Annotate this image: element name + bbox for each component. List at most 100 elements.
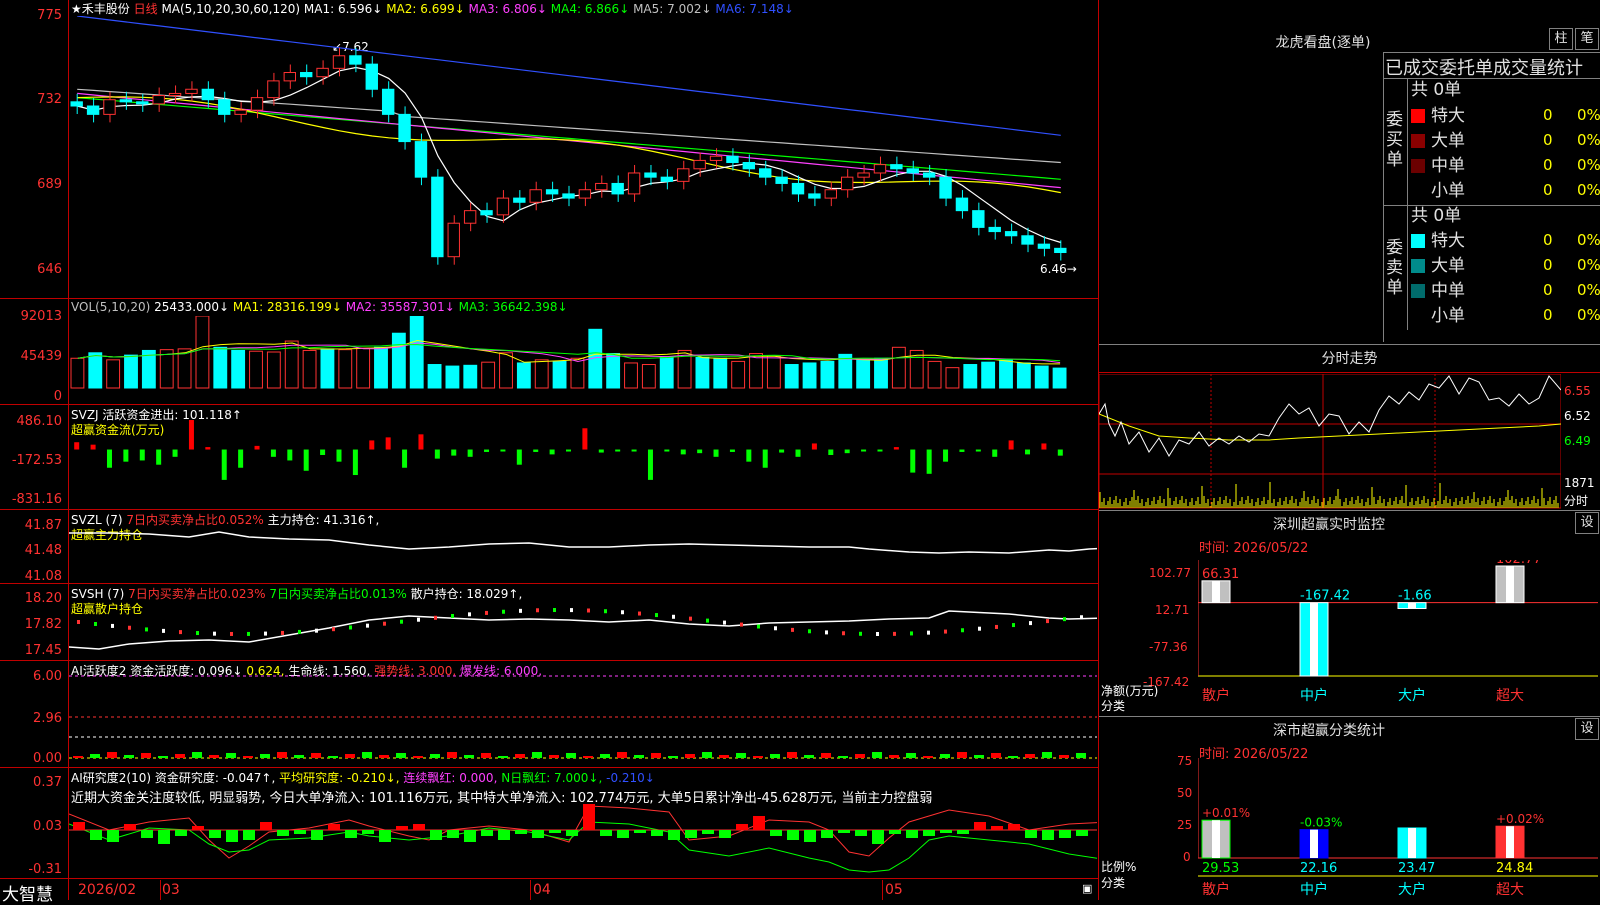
svsh-tick	[485, 610, 488, 615]
ai1-bar	[379, 755, 389, 758]
ai1-bar	[532, 752, 542, 758]
svzj-bar	[303, 449, 309, 471]
ai1-bar	[1059, 755, 1069, 758]
kline-svg[interactable]	[69, 16, 1097, 296]
svzj-bar	[123, 449, 129, 462]
vol-header: VOL(5,10,20) 25433.000↓ MA1: 28316.199↓ …	[71, 300, 568, 314]
buy-swatch-0	[1411, 109, 1425, 123]
svsh-tick	[1029, 621, 1032, 626]
svzj-bar	[910, 449, 916, 473]
period-label[interactable]: 日线	[134, 2, 158, 16]
sz-bar-svg[interactable]: 66.31 散户 -167.42 中户 -1.66 大户 102.77 超大	[1198, 560, 1598, 710]
fl-bar-hl-3	[1506, 826, 1514, 858]
candle	[398, 113, 411, 143]
ai2-bar	[175, 830, 187, 836]
fl-bar-hl-2	[1408, 827, 1416, 858]
ma1-value: MA1: 6.596↓	[303, 2, 383, 16]
svsh-tick	[825, 630, 828, 635]
ai1-svg[interactable]	[69, 674, 1097, 766]
ai2-bar	[260, 822, 272, 830]
sell-row-0: 特大	[1411, 229, 1465, 253]
ai1-bar	[396, 753, 406, 758]
ai1-bar	[175, 754, 185, 758]
svzj-svg[interactable]	[69, 420, 1097, 506]
ai2-bar	[957, 830, 969, 834]
vol-bar	[266, 351, 281, 389]
svsh-tick	[111, 623, 114, 628]
fl-unit: 比例%	[1101, 860, 1137, 874]
ai2-d: N日飘红: 7.000↓,	[501, 771, 603, 785]
svsh-tick	[774, 626, 777, 631]
candle	[660, 176, 674, 182]
vol-bar	[124, 354, 138, 389]
price-tick-2: 689	[37, 177, 62, 192]
svsh-tick	[519, 608, 522, 613]
ai2-bar	[889, 830, 901, 834]
fl-category-1: 中户	[1300, 881, 1328, 898]
svsh-svg[interactable]	[69, 600, 1097, 658]
candle	[381, 88, 395, 115]
svsh-tick	[1080, 615, 1083, 620]
vol-bar	[249, 350, 263, 389]
fl-change-0: +0.01%	[1202, 806, 1250, 820]
main-chart-area[interactable]: ★禾丰股份 日线 MA(5,10,20,30,60,120) MA1: 6.59…	[0, 0, 1099, 905]
ai1-bar	[1076, 753, 1086, 758]
fl-bar-svg[interactable]: +0.01% 29.53 散户 -0.03% 22.16 中户 23.47 大户 +0.02% 2…	[1198, 758, 1598, 900]
vol-bar	[749, 353, 763, 389]
svsh-tick	[621, 610, 624, 615]
ai1-bar	[634, 755, 644, 758]
svsh-line	[69, 610, 1097, 650]
sz-settings-button[interactable]: 设	[1575, 512, 1599, 534]
fs-svg[interactable]	[1099, 374, 1561, 510]
ai1-bar	[549, 755, 559, 758]
vol-bar	[70, 357, 85, 389]
svzj-bar	[270, 449, 276, 457]
svzj-bar	[205, 447, 211, 450]
ai1-bar	[940, 754, 950, 758]
ai2-bar	[447, 830, 459, 838]
ai1-bar	[804, 755, 814, 758]
ai1-bar	[753, 756, 763, 758]
lock-icon[interactable]: ▣	[1082, 882, 1092, 895]
svzl-svg[interactable]	[69, 525, 1097, 581]
ai1-bar	[566, 753, 576, 758]
fl-settings-button[interactable]: 设	[1575, 718, 1599, 740]
vol-bar	[302, 349, 317, 389]
tick-mode-button[interactable]: 笔	[1575, 28, 1599, 50]
vol-bar	[927, 360, 942, 389]
ai2-bar	[855, 830, 867, 836]
candle	[857, 172, 870, 178]
sell-swatch-0	[1411, 234, 1425, 248]
ai2-svg[interactable]	[69, 800, 1097, 878]
bar-mode-button[interactable]: 柱	[1549, 28, 1573, 50]
ai2-bar	[1076, 830, 1088, 836]
ai2-bar	[481, 830, 493, 836]
svsh-tick	[417, 617, 420, 622]
ai2-bar	[1042, 830, 1054, 840]
svsh-tick	[434, 615, 437, 620]
ai2-e: -0.210↓	[606, 771, 655, 785]
ai2-bar	[345, 830, 357, 838]
stock-name[interactable]: ★禾丰股份	[71, 2, 130, 16]
svzj-bar	[1008, 440, 1014, 450]
fs-vol-label: 分时	[1564, 494, 1589, 508]
date-1: 03	[162, 882, 180, 898]
svsh-hold: 散户持仓: 18.029↑,	[410, 587, 523, 601]
fl-category-2: 大户	[1398, 881, 1426, 898]
sell-p-1: 0%	[1577, 256, 1600, 274]
fs-tick-1: 6.52	[1564, 409, 1591, 423]
candle	[873, 164, 887, 174]
svzj-bar	[959, 449, 965, 452]
svzj-bar	[893, 447, 899, 450]
svzj-bar	[352, 449, 358, 476]
svzj-bar	[713, 449, 719, 457]
svsh-label: SVSH (7)	[71, 587, 125, 601]
candle	[463, 210, 477, 224]
sell-swatch-2	[1411, 284, 1425, 298]
ma2-value: MA2: 6.699↓	[386, 2, 465, 16]
svsh-tick	[298, 629, 301, 634]
lhb-tabs[interactable]: 已成交委托单成交量统计	[1385, 54, 1583, 80]
svzj-bar	[467, 449, 473, 457]
vol-svg[interactable]	[69, 316, 1097, 398]
brand-logo[interactable]: 大智慧	[2, 880, 53, 905]
